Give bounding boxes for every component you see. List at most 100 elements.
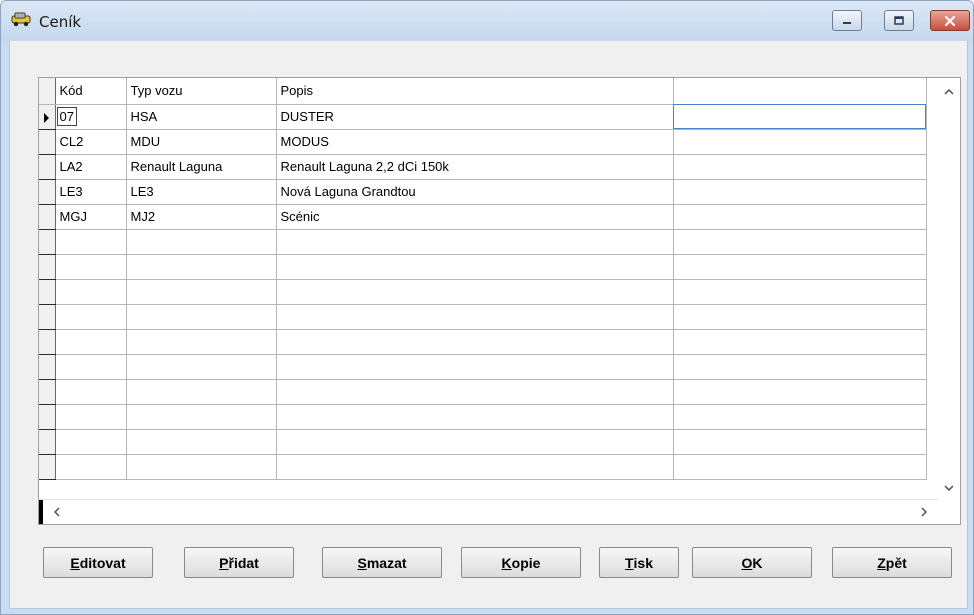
cell-typ-vozu[interactable]: Renault Laguna bbox=[126, 154, 277, 180]
table-row-empty[interactable] bbox=[39, 379, 927, 405]
table-row-empty[interactable] bbox=[39, 304, 927, 330]
column-header-typ-vozu[interactable]: Typ vozu bbox=[126, 78, 277, 105]
current-row-indicator[interactable] bbox=[39, 104, 56, 130]
cell-typ-vozu[interactable] bbox=[126, 229, 277, 255]
scroll-left-icon[interactable] bbox=[49, 504, 65, 520]
cell-typ-vozu[interactable] bbox=[126, 454, 277, 480]
row-indicator[interactable] bbox=[39, 379, 56, 405]
column-header-kod[interactable]: Kód bbox=[55, 78, 127, 105]
row-indicator[interactable] bbox=[39, 154, 56, 180]
cell-empty[interactable] bbox=[673, 179, 927, 205]
table-row-empty[interactable] bbox=[39, 279, 927, 305]
cell-popis[interactable]: Renault Laguna 2,2 dCi 150k bbox=[276, 154, 674, 180]
tisk-button[interactable]: Tisk bbox=[599, 547, 679, 578]
cell-kod[interactable] bbox=[55, 279, 127, 305]
cell-empty[interactable] bbox=[673, 429, 927, 455]
scroll-right-icon[interactable] bbox=[916, 504, 932, 520]
table-row-empty[interactable] bbox=[39, 429, 927, 455]
cell-typ-vozu[interactable]: MJ2 bbox=[126, 204, 277, 230]
cell-typ-vozu[interactable] bbox=[126, 254, 277, 280]
editovat-button[interactable]: Editovat bbox=[43, 547, 153, 578]
cell-typ-vozu[interactable] bbox=[126, 329, 277, 355]
close-button[interactable] bbox=[930, 10, 970, 31]
cell-kod[interactable]: LE3 bbox=[55, 179, 127, 205]
row-indicator[interactable] bbox=[39, 229, 56, 255]
kopie-button[interactable]: Kopie bbox=[461, 547, 581, 578]
column-header-empty[interactable] bbox=[673, 78, 927, 105]
cell-kod[interactable] bbox=[55, 454, 127, 480]
cell-edit-box[interactable]: 07 bbox=[56, 107, 77, 126]
cell-popis[interactable]: MODUS bbox=[276, 129, 674, 155]
table-row[interactable]: LE3 LE3 Nová Laguna Grandtou bbox=[39, 179, 927, 205]
cell-kod[interactable]: 07 bbox=[55, 104, 127, 130]
cell-popis[interactable]: Scénic bbox=[276, 204, 674, 230]
row-indicator[interactable] bbox=[39, 329, 56, 355]
cell-empty[interactable] bbox=[673, 254, 927, 280]
cell-popis[interactable] bbox=[276, 329, 674, 355]
cell-typ-vozu[interactable] bbox=[126, 304, 277, 330]
ok-button[interactable]: OK bbox=[692, 547, 812, 578]
horizontal-scrollbar[interactable] bbox=[39, 499, 938, 524]
cell-kod[interactable]: CL2 bbox=[55, 129, 127, 155]
cell-kod[interactable]: LA2 bbox=[55, 154, 127, 180]
cell-typ-vozu[interactable]: LE3 bbox=[126, 179, 277, 205]
cell-empty[interactable] bbox=[673, 229, 927, 255]
table-row[interactable]: MGJ MJ2 Scénic bbox=[39, 204, 927, 230]
cell-popis[interactable] bbox=[276, 229, 674, 255]
cell-kod[interactable] bbox=[55, 354, 127, 380]
cell-popis[interactable] bbox=[276, 304, 674, 330]
cell-typ-vozu[interactable] bbox=[126, 354, 277, 380]
cell-kod[interactable]: MGJ bbox=[55, 204, 127, 230]
minimize-button[interactable] bbox=[832, 10, 862, 31]
smazat-button[interactable]: Smazat bbox=[322, 547, 442, 578]
row-indicator[interactable] bbox=[39, 204, 56, 230]
row-indicator[interactable] bbox=[39, 354, 56, 380]
table-row[interactable]: LA2 Renault Laguna Renault Laguna 2,2 dC… bbox=[39, 154, 927, 180]
column-header-popis[interactable]: Popis bbox=[276, 78, 674, 105]
cell-empty[interactable] bbox=[673, 204, 927, 230]
table-row[interactable]: 07 HSA DUSTER bbox=[39, 104, 927, 130]
scroll-up-icon[interactable] bbox=[941, 84, 957, 100]
cell-popis[interactable] bbox=[276, 454, 674, 480]
table-row-empty[interactable] bbox=[39, 354, 927, 380]
cell-empty[interactable] bbox=[673, 379, 927, 405]
cell-typ-vozu[interactable]: MDU bbox=[126, 129, 277, 155]
scroll-down-icon[interactable] bbox=[941, 480, 957, 496]
cell-popis[interactable] bbox=[276, 429, 674, 455]
row-indicator[interactable] bbox=[39, 454, 56, 480]
cell-empty[interactable] bbox=[673, 329, 927, 355]
cell-empty[interactable] bbox=[673, 279, 927, 305]
cell-kod[interactable] bbox=[55, 304, 127, 330]
cell-empty[interactable] bbox=[673, 454, 927, 480]
cell-popis[interactable] bbox=[276, 379, 674, 405]
cell-empty[interactable] bbox=[673, 354, 927, 380]
cell-empty[interactable] bbox=[673, 304, 927, 330]
cell-popis[interactable] bbox=[276, 279, 674, 305]
cell-popis[interactable] bbox=[276, 404, 674, 430]
cell-kod[interactable] bbox=[55, 429, 127, 455]
table-row-empty[interactable] bbox=[39, 404, 927, 430]
cell-typ-vozu[interactable] bbox=[126, 279, 277, 305]
cell-kod[interactable] bbox=[55, 379, 127, 405]
cell-empty[interactable] bbox=[673, 404, 927, 430]
cell-typ-vozu[interactable] bbox=[126, 404, 277, 430]
row-indicator[interactable] bbox=[39, 179, 56, 205]
row-indicator[interactable] bbox=[39, 429, 56, 455]
title-bar[interactable]: Ceník bbox=[1, 1, 973, 41]
row-indicator[interactable] bbox=[39, 254, 56, 280]
cell-popis[interactable] bbox=[276, 354, 674, 380]
row-indicator[interactable] bbox=[39, 279, 56, 305]
cell-empty[interactable] bbox=[673, 154, 927, 180]
cell-kod[interactable] bbox=[55, 404, 127, 430]
cell-empty[interactable] bbox=[673, 104, 927, 130]
row-indicator[interactable] bbox=[39, 129, 56, 155]
zpet-button[interactable]: Zpět bbox=[832, 547, 952, 578]
table-row-empty[interactable] bbox=[39, 229, 927, 255]
row-indicator[interactable] bbox=[39, 404, 56, 430]
cell-typ-vozu[interactable]: HSA bbox=[126, 104, 277, 130]
cell-kod[interactable] bbox=[55, 254, 127, 280]
table-row[interactable]: CL2 MDU MODUS bbox=[39, 129, 927, 155]
row-indicator[interactable] bbox=[39, 304, 56, 330]
table-row-empty[interactable] bbox=[39, 254, 927, 280]
table-row-empty[interactable] bbox=[39, 329, 927, 355]
